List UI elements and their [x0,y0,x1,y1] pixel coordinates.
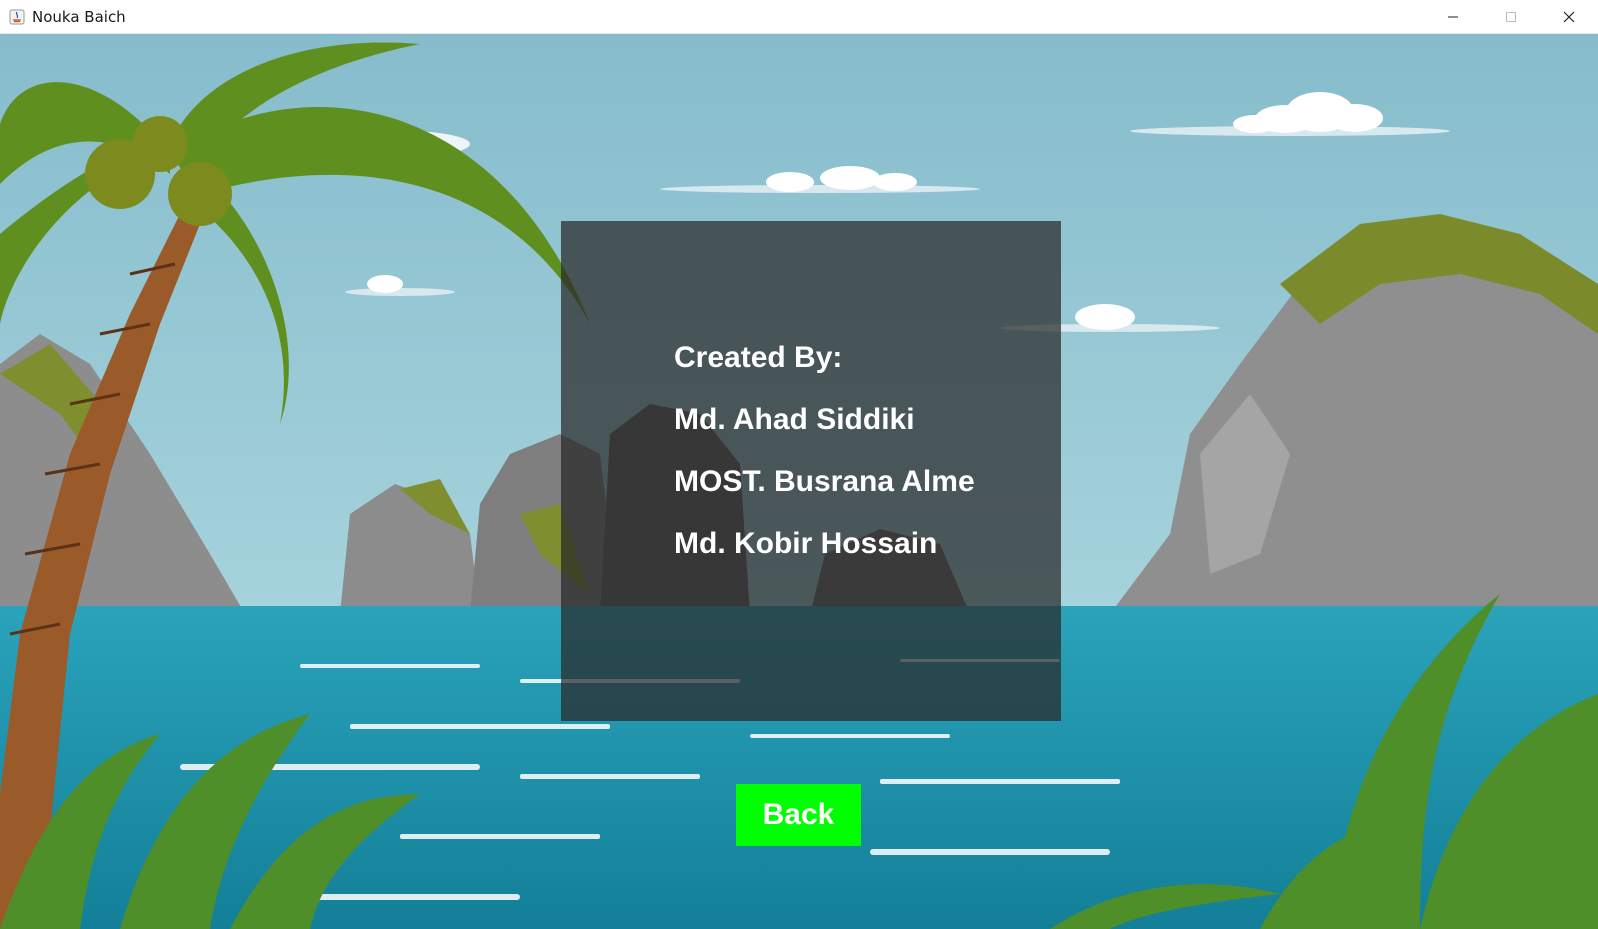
author-name: Md. Kobir Hossain [674,527,938,560]
credits-heading: Created By: [674,341,843,374]
minimize-icon [1448,16,1458,17]
maximize-button[interactable] [1482,0,1540,33]
back-button[interactable]: Back [736,784,861,846]
credits-panel: Created By: Md. Ahad Siddiki MOST. Busra… [561,221,1061,721]
minimize-button[interactable] [1424,0,1482,33]
author-name: Md. Ahad Siddiki [674,403,915,436]
author-name: MOST. Busrana Alme [674,465,975,498]
window-title: Nouka Baich [32,7,126,26]
java-app-icon [8,8,26,26]
close-button[interactable] [1540,0,1598,33]
close-icon [1563,11,1575,22]
title-bar: Nouka Baich [0,0,1598,34]
app-window: Nouka Baich Created By: Md. Ahad Siddiki… [0,0,1598,929]
window-controls [1424,0,1598,33]
maximize-icon [1506,11,1516,22]
